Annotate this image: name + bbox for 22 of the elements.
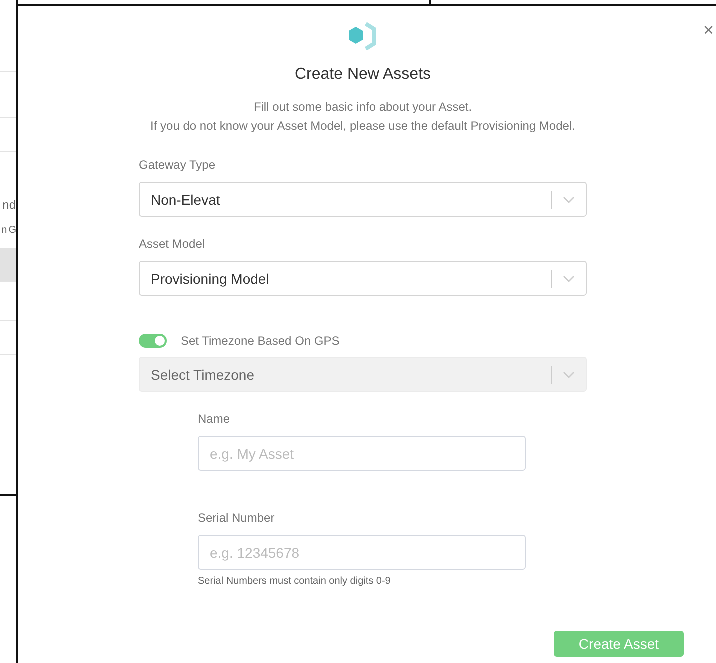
list-row[interactable] <box>0 248 16 282</box>
dialog-title: Create New Assets <box>294 66 432 84</box>
toggle-label: Set Timezone Based On GPS <box>181 334 340 348</box>
chevron-down-icon <box>563 370 575 378</box>
intro-text: If you do not know your Asset Model, please use the default Provisioning Model. <box>150 118 576 135</box>
select-field[interactable]: Provisioning Model <box>139 261 587 296</box>
intro-text: Fill out some basic info about your Asset. <box>252 99 474 116</box>
field-label: Asset Model <box>139 237 206 251</box>
hint-text: Serial Numbers must contain only digits 0-9 <box>198 576 392 587</box>
list-row[interactable]: nd <box>0 152 16 212</box>
list-row[interactable]: n G <box>0 212 16 248</box>
serial-number-input[interactable]: e.g. 12345678 <box>198 535 526 570</box>
field-label: Name <box>198 412 232 426</box>
field-label: Gateway Type <box>139 158 216 172</box>
toggle-switch[interactable] <box>139 334 167 348</box>
close-button[interactable]: × <box>703 20 714 41</box>
hexagon-logo-icon <box>347 22 379 52</box>
name-input[interactable]: e.g. My Asset <box>198 436 526 471</box>
chevron-down-icon <box>563 196 575 204</box>
chevron-down-icon <box>563 274 575 282</box>
field-label: Serial Number <box>198 511 276 525</box>
select-field[interactable]: Non-Elevat <box>139 182 587 217</box>
